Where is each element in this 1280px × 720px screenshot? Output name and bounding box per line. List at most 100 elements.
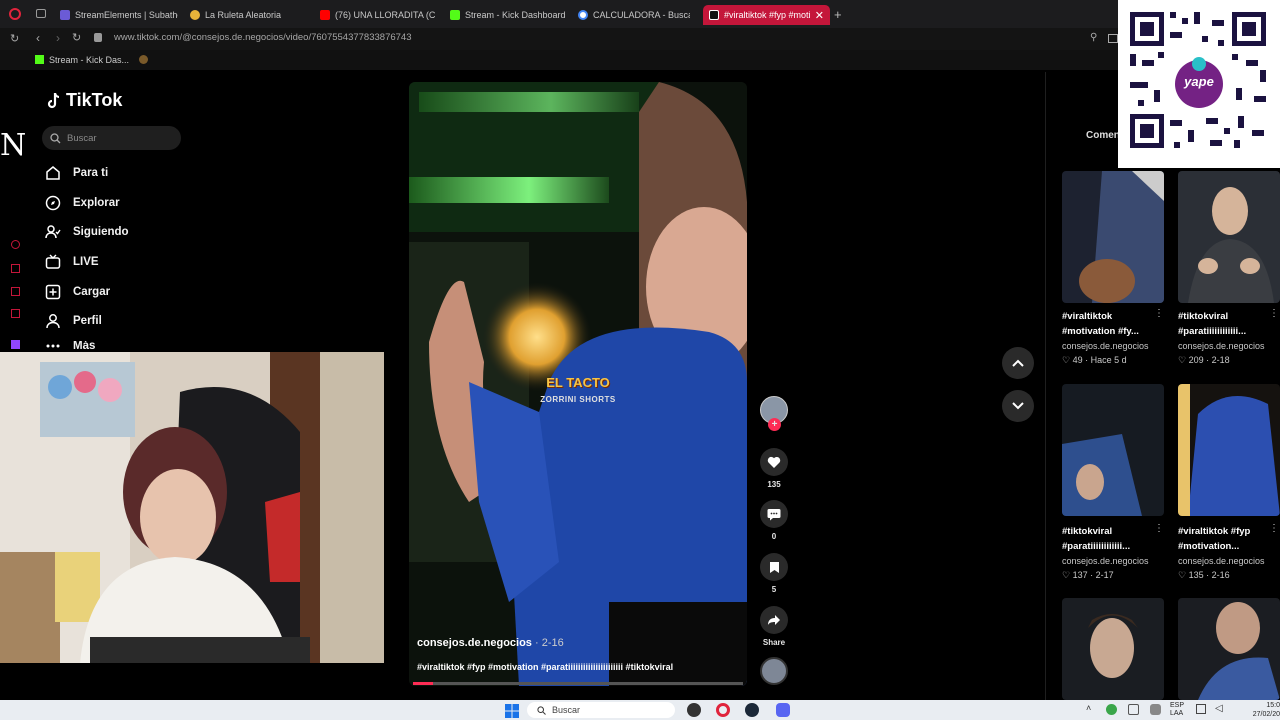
share-button[interactable]: Share bbox=[759, 606, 789, 647]
more-options-icon[interactable]: ⋮ bbox=[1154, 308, 1164, 319]
rail-app-icon[interactable] bbox=[11, 264, 20, 273]
next-video-button[interactable] bbox=[1002, 390, 1034, 422]
tab-tiktok-active[interactable]: #viraltiktok #fyp #moti ✕ bbox=[703, 5, 830, 25]
pin-icon[interactable]: ⚲ bbox=[1090, 32, 1097, 43]
kick-bookmark-icon bbox=[35, 55, 44, 64]
nav-label: Siguiendo bbox=[73, 226, 129, 238]
video-progress-track[interactable] bbox=[413, 682, 743, 685]
suggestion-caption[interactable]: #tiktokviral #paratiiiiiiiiiiii... bbox=[1062, 524, 1162, 554]
follow-plus-icon[interactable]: + bbox=[768, 418, 781, 431]
clock[interactable]: 15:0 27/02/20 bbox=[1238, 701, 1280, 719]
bookmarks-bar: Stream - Kick Das... bbox=[0, 50, 1280, 70]
upload-icon bbox=[45, 284, 61, 300]
bookmark-icon[interactable] bbox=[139, 55, 148, 64]
back-icon[interactable]: ‹ bbox=[36, 31, 40, 45]
like-button[interactable]: 135 bbox=[759, 448, 789, 489]
heart-outline-icon: ♡ bbox=[1178, 355, 1187, 365]
twitch-icon[interactable] bbox=[11, 340, 20, 349]
tray-app-icon[interactable] bbox=[1128, 704, 1139, 715]
panel-divider bbox=[1045, 72, 1046, 700]
lock-icon[interactable] bbox=[94, 33, 102, 42]
suggested-video-thumbnail[interactable] bbox=[1062, 384, 1164, 516]
nav-cargar[interactable]: Cargar bbox=[45, 281, 110, 303]
suggestion-author[interactable]: consejos.de.negocios bbox=[1178, 341, 1265, 351]
tab-kick-dashboard[interactable]: Stream - Kick Dashboard bbox=[450, 5, 568, 25]
chevron-down-icon bbox=[1012, 402, 1024, 410]
overlay-letter: N bbox=[0, 128, 27, 163]
suggestion-caption[interactable]: #viraltiktok #fyp #motivation... bbox=[1178, 524, 1278, 554]
volume-icon[interactable]: ◁ bbox=[1215, 703, 1223, 714]
new-tab-icon[interactable]: + bbox=[834, 7, 842, 22]
taskbar-search[interactable]: Buscar bbox=[527, 702, 675, 718]
taskbar-app-icon[interactable] bbox=[687, 703, 701, 717]
nav-explorar[interactable]: Explorar bbox=[45, 192, 120, 214]
yape-qr-overlay: yape bbox=[1118, 0, 1280, 168]
suggested-video-thumbnail[interactable] bbox=[1062, 598, 1164, 700]
window-icon[interactable] bbox=[1108, 34, 1118, 43]
language-indicator[interactable]: ESP LAA bbox=[1170, 702, 1184, 718]
tab-ruleta[interactable]: La Ruleta Aleatoria bbox=[190, 5, 310, 25]
chevron-up-icon bbox=[1012, 359, 1024, 367]
rail-app-icon[interactable] bbox=[11, 240, 20, 249]
tab-label: StreamElements | Subathon bbox=[75, 10, 178, 20]
more-options-icon[interactable]: ⋮ bbox=[1269, 308, 1279, 319]
network-icon[interactable] bbox=[1196, 704, 1206, 714]
suggestion-caption[interactable]: #viraltiktok #motivation #fy... bbox=[1062, 309, 1162, 339]
nav-para-ti[interactable]: Para ti bbox=[45, 162, 108, 184]
tab-streamelements[interactable]: StreamElements | Subathon bbox=[60, 5, 178, 25]
live-icon bbox=[45, 254, 61, 269]
tab-overview-icon[interactable] bbox=[36, 9, 46, 18]
previous-video-button[interactable] bbox=[1002, 347, 1034, 379]
search-input[interactable]: Buscar bbox=[42, 126, 181, 150]
nav-siguiendo[interactable]: Siguiendo bbox=[45, 221, 129, 243]
tray-app-icon[interactable] bbox=[1106, 704, 1117, 715]
more-options-icon[interactable]: ⋮ bbox=[1269, 523, 1279, 534]
save-button[interactable]: 5 bbox=[759, 553, 789, 594]
suggested-video-thumbnail[interactable] bbox=[1062, 171, 1164, 303]
video-author[interactable]: consejos.de.negocios bbox=[417, 637, 532, 649]
suggestion-meta: ♡ 135 · 2-16 bbox=[1178, 570, 1230, 580]
rail-app-icon[interactable] bbox=[11, 309, 20, 318]
music-disc-button[interactable] bbox=[759, 657, 789, 689]
webcam-image bbox=[0, 352, 384, 663]
windows-start-icon[interactable] bbox=[505, 704, 519, 718]
tiktok-note-icon bbox=[47, 92, 60, 108]
tab-calculadora[interactable]: CALCULADORA - Buscar c bbox=[578, 5, 690, 25]
bookmark-kick[interactable]: Stream - Kick Das... bbox=[49, 55, 129, 65]
suggestion-author[interactable]: consejos.de.negocios bbox=[1178, 556, 1265, 566]
nav-perfil[interactable]: Perfil bbox=[45, 310, 102, 332]
nav-live[interactable]: LIVE bbox=[45, 251, 99, 273]
video-author-line: consejos.de.negocios · 2-16 bbox=[417, 637, 564, 649]
comment-button[interactable]: 0 bbox=[759, 500, 789, 541]
nav-mas[interactable]: Más bbox=[45, 341, 95, 351]
suggested-video-thumbnail[interactable] bbox=[1178, 598, 1280, 700]
opera-taskbar-icon[interactable] bbox=[716, 703, 730, 717]
yape-logo-text: yape bbox=[1184, 74, 1214, 89]
tab-label: CALCULADORA - Buscar c bbox=[593, 10, 690, 20]
reload-icon[interactable]: ↻ bbox=[72, 31, 81, 44]
tab-comments[interactable]: Comen bbox=[1086, 130, 1120, 141]
suggestion-author[interactable]: consejos.de.negocios bbox=[1062, 341, 1149, 351]
chevron-up-icon[interactable]: ˄ bbox=[1086, 703, 1091, 713]
close-tab-icon[interactable]: ✕ bbox=[815, 9, 824, 22]
forward-icon[interactable]: › bbox=[56, 31, 60, 45]
video-overlay-title: EL TACTO bbox=[546, 375, 610, 390]
rail-app-icon[interactable] bbox=[11, 287, 20, 296]
tab-youtube[interactable]: (76) UNA LLORADITA (CA bbox=[320, 5, 435, 25]
suggestion-author[interactable]: consejos.de.negocios bbox=[1062, 556, 1149, 566]
steam-icon[interactable] bbox=[745, 703, 759, 717]
url-input[interactable]: www.tiktok.com/@consejos.de.negocios/vid… bbox=[114, 32, 411, 43]
video-player[interactable]: EL TACTO ZORRINI SHORTS consejos.de.nego… bbox=[409, 82, 747, 686]
tiktok-logo[interactable]: TikTok bbox=[46, 90, 122, 111]
more-options-icon[interactable]: ⋮ bbox=[1154, 523, 1164, 534]
discord-icon[interactable] bbox=[776, 703, 790, 717]
windows-taskbar: Buscar ˄ ESP LAA ◁ 15:0 27/02/20 bbox=[0, 700, 1280, 720]
creator-avatar-button[interactable]: + bbox=[759, 396, 789, 431]
suggested-video-thumbnail[interactable] bbox=[1178, 171, 1280, 303]
video-caption[interactable]: #viraltiktok #fyp #motivation #paratiiii… bbox=[417, 662, 739, 672]
music-disc-icon bbox=[760, 657, 788, 685]
suggested-video-thumbnail[interactable] bbox=[1178, 384, 1280, 516]
nav-label: Para ti bbox=[73, 167, 109, 179]
tray-app-icon[interactable] bbox=[1150, 704, 1161, 715]
suggestion-caption[interactable]: #tiktokviral #paratiiiiiiiiiiii... bbox=[1178, 309, 1278, 339]
